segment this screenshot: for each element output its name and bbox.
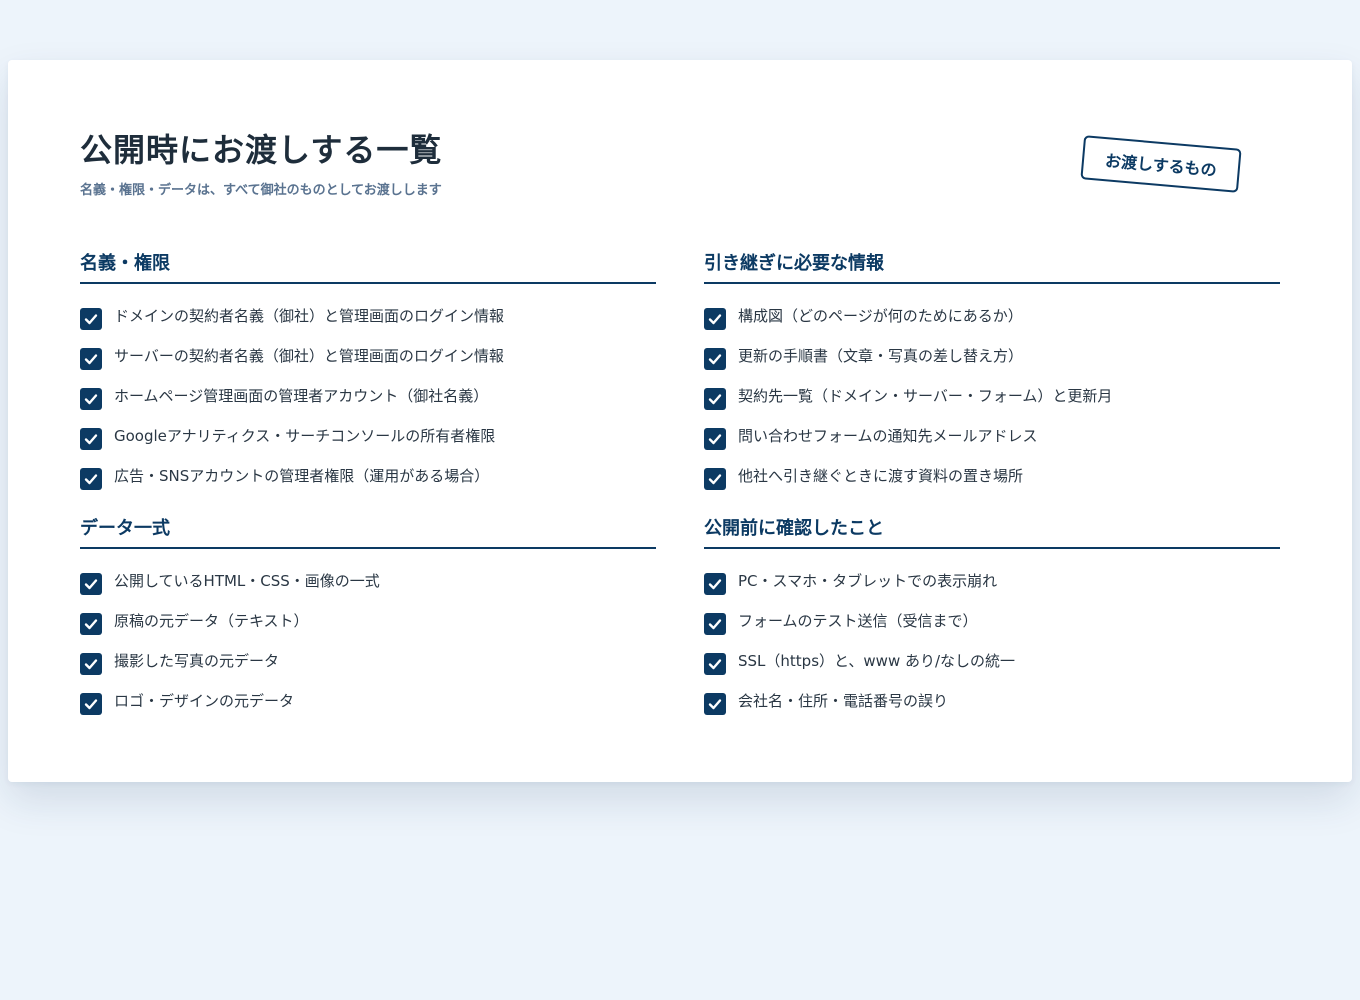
section-title: 公開前に確認したこと — [704, 517, 1280, 549]
list-item: フォームのテスト送信（受信まで） — [704, 601, 1280, 641]
handover-stamp: お渡しするもの — [1080, 135, 1242, 193]
page-subtitle: 名義・権限・データは、すべて御社のものとしてお渡しします — [80, 183, 442, 198]
list-item: 他社へ引き継ぐときに渡す資料の置き場所 — [704, 456, 1280, 496]
list-item: 原稿の元データ（テキスト） — [80, 601, 656, 641]
checkbox-checked-icon — [80, 613, 102, 635]
list-item-label: 更新の手順書（文章・写真の差し替え方） — [738, 347, 1024, 365]
list-item-label: サーバーの契約者名義（御社）と管理画面のログイン情報 — [114, 347, 504, 365]
section-data: データ一式 公開しているHTML・CSS・画像の一式 原稿の元データ（テキスト）… — [80, 517, 656, 721]
list-item-label: PC・スマホ・タブレットでの表示崩れ — [738, 572, 998, 590]
list-item: 問い合わせフォームの通知先メールアドレス — [704, 416, 1280, 456]
list-item: 契約先一覧（ドメイン・サーバー・フォーム）と更新月 — [704, 376, 1280, 416]
checkbox-checked-icon — [704, 388, 726, 410]
list-item: Googleアナリティクス・サーチコンソールの所有者権限 — [80, 416, 656, 456]
list-item: ドメインの契約者名義（御社）と管理画面のログイン情報 — [80, 296, 656, 336]
checkbox-checked-icon — [80, 693, 102, 715]
checkbox-checked-icon — [704, 428, 726, 450]
section-handover: 引き継ぎに必要な情報 構成図（どのページが何のためにあるか） 更新の手順書（文章… — [704, 252, 1280, 496]
list-item: 会社名・住所・電話番号の誤り — [704, 681, 1280, 721]
checkbox-checked-icon — [80, 388, 102, 410]
list-item: 広告・SNSアカウントの管理者権限（運用がある場合） — [80, 456, 656, 496]
list-item: ロゴ・デザインの元データ — [80, 681, 656, 721]
checklist: ドメインの契約者名義（御社）と管理画面のログイン情報 サーバーの契約者名義（御社… — [80, 296, 656, 496]
list-item: 公開しているHTML・CSS・画像の一式 — [80, 561, 656, 601]
checklist: 構成図（どのページが何のためにあるか） 更新の手順書（文章・写真の差し替え方） … — [704, 296, 1280, 496]
checklist: 公開しているHTML・CSS・画像の一式 原稿の元データ（テキスト） 撮影した写… — [80, 561, 656, 721]
list-item: 構成図（どのページが何のためにあるか） — [704, 296, 1280, 336]
section-title: 引き継ぎに必要な情報 — [704, 252, 1280, 284]
list-item: 更新の手順書（文章・写真の差し替え方） — [704, 336, 1280, 376]
list-item: ホームページ管理画面の管理者アカウント（御社名義） — [80, 376, 656, 416]
section-title: 名義・権限 — [80, 252, 656, 284]
list-item: PC・スマホ・タブレットでの表示崩れ — [704, 561, 1280, 601]
list-item-label: 構成図（どのページが何のためにあるか） — [738, 307, 1023, 325]
list-item-label: 撮影した写真の元データ — [114, 652, 280, 670]
handover-card: 公開時にお渡しする一覧 名義・権限・データは、すべて御社のものとしてお渡しします… — [8, 60, 1352, 782]
checkbox-checked-icon — [80, 653, 102, 675]
list-item-label: SSL（https）と、www あり/なしの統一 — [738, 652, 1016, 670]
section-title: データ一式 — [80, 517, 656, 549]
list-item: サーバーの契約者名義（御社）と管理画面のログイン情報 — [80, 336, 656, 376]
list-item-label: ドメインの契約者名義（御社）と管理画面のログイン情報 — [114, 307, 505, 325]
section-ownership: 名義・権限 ドメインの契約者名義（御社）と管理画面のログイン情報 サーバーの契約… — [80, 252, 656, 496]
list-item: 撮影した写真の元データ — [80, 641, 656, 681]
checkbox-checked-icon — [704, 613, 726, 635]
list-item-label: Googleアナリティクス・サーチコンソールの所有者権限 — [114, 427, 496, 445]
checkbox-checked-icon — [704, 348, 726, 370]
list-item-label: フォームのテスト送信（受信まで） — [738, 612, 978, 630]
checkbox-checked-icon — [704, 573, 726, 595]
checkbox-checked-icon — [704, 308, 726, 330]
checkbox-checked-icon — [80, 348, 102, 370]
list-item-label: 問い合わせフォームの通知先メールアドレス — [738, 427, 1038, 445]
checkbox-checked-icon — [704, 693, 726, 715]
list-item-label: 契約先一覧（ドメイン・サーバー・フォーム）と更新月 — [738, 387, 1113, 405]
checkbox-checked-icon — [704, 468, 726, 490]
list-item-label: 会社名・住所・電話番号の誤り — [738, 692, 949, 710]
list-item-label: ロゴ・デザインの元データ — [114, 692, 295, 710]
list-item-label: 公開しているHTML・CSS・画像の一式 — [114, 572, 380, 590]
checkbox-checked-icon — [80, 308, 102, 330]
section-checks: 公開前に確認したこと PC・スマホ・タブレットでの表示崩れ フォームのテスト送信… — [704, 517, 1280, 721]
checkbox-checked-icon — [80, 573, 102, 595]
page-title: 公開時にお渡しする一覧 — [80, 131, 443, 169]
list-item-label: 他社へ引き継ぐときに渡す資料の置き場所 — [738, 467, 1024, 485]
list-item-label: 原稿の元データ（テキスト） — [114, 612, 309, 630]
list-item: SSL（https）と、www あり/なしの統一 — [704, 641, 1280, 681]
checkbox-checked-icon — [80, 428, 102, 450]
list-item-label: ホームページ管理画面の管理者アカウント（御社名義） — [114, 387, 489, 405]
list-item-label: 広告・SNSアカウントの管理者権限（運用がある場合） — [114, 467, 490, 485]
checklist: PC・スマホ・タブレットでの表示崩れ フォームのテスト送信（受信まで） SSL（… — [704, 561, 1280, 721]
card-header: 公開時にお渡しする一覧 名義・権限・データは、すべて御社のものとしてお渡しします — [80, 130, 442, 200]
checkbox-checked-icon — [704, 653, 726, 675]
checkbox-checked-icon — [80, 468, 102, 490]
